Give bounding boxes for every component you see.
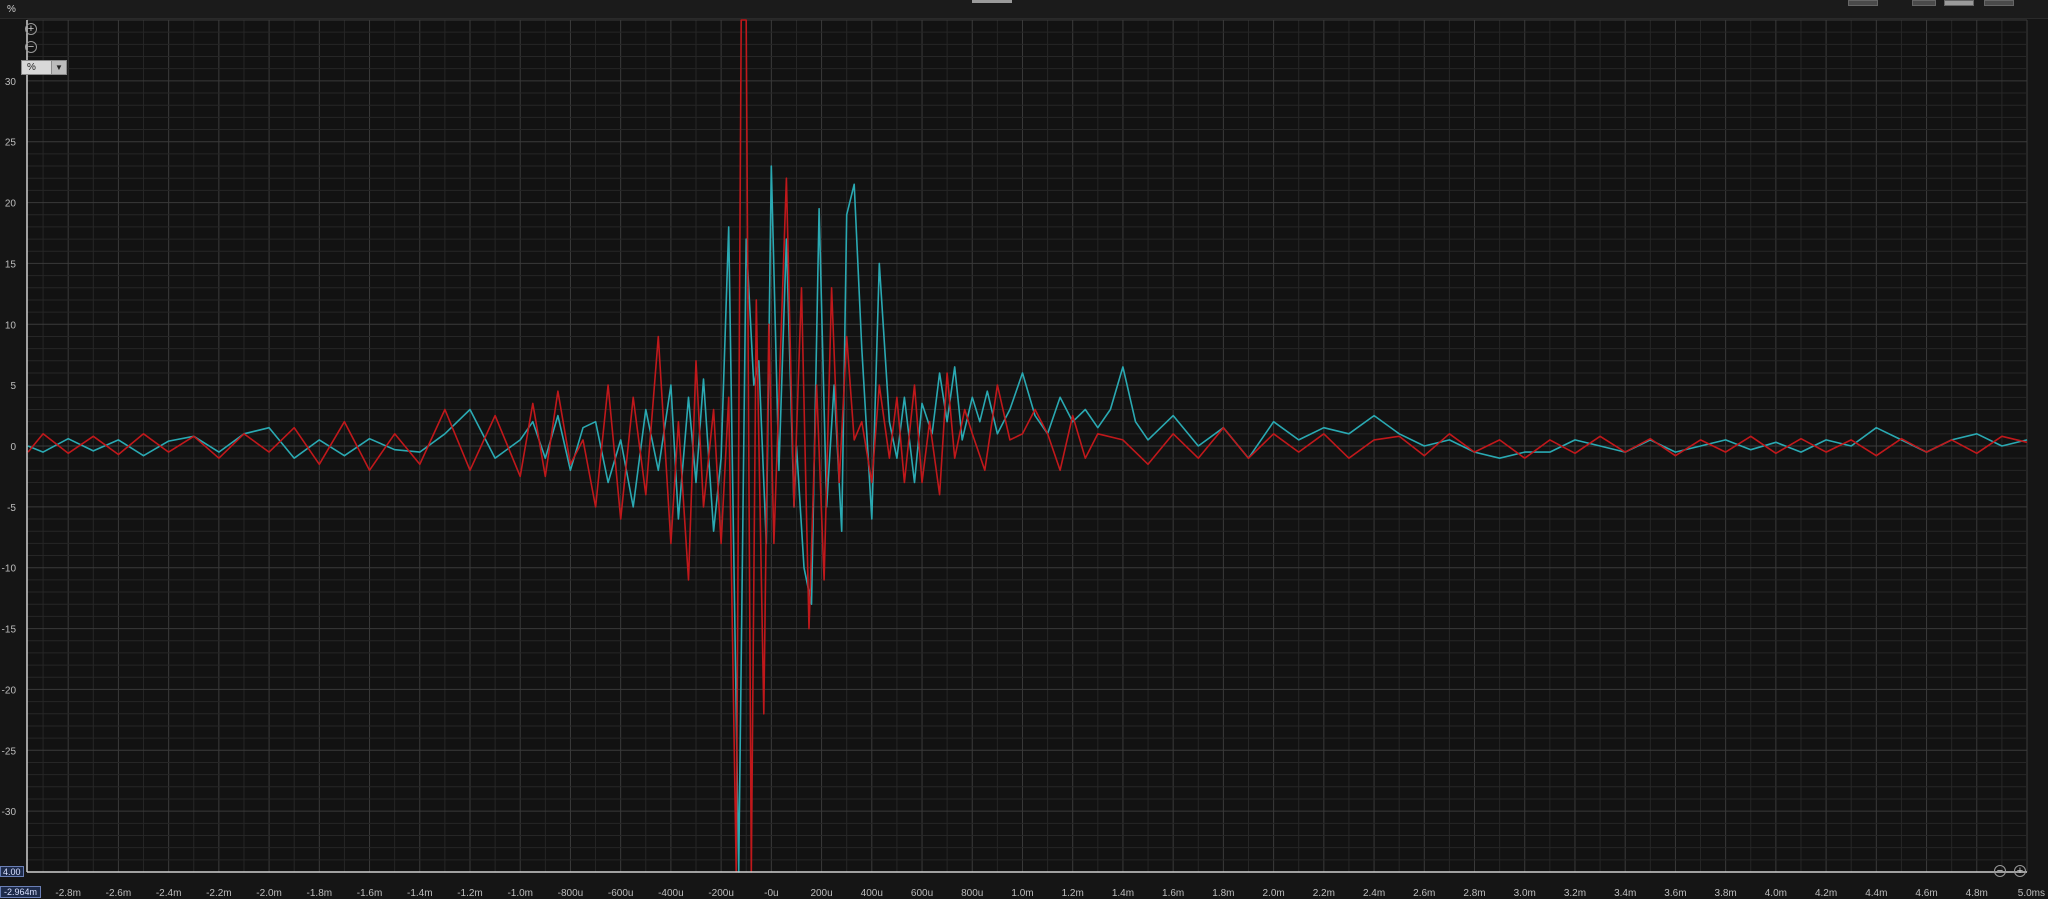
x-tick-label: -400u <box>658 888 684 899</box>
x-tick-label: -1.8m <box>307 888 333 899</box>
x-tick-label: 2.2m <box>1313 888 1335 899</box>
y-tick-label: 25 <box>5 138 17 149</box>
zoom-out-x-icon[interactable]: − <box>1994 865 2006 877</box>
x-tick-label: 4.6m <box>1915 888 1937 899</box>
y-tick-label: 30 <box>5 77 17 88</box>
x-tick-label: -1.4m <box>407 888 433 899</box>
y-tick-label: -10 <box>2 564 17 575</box>
y-tick-label: -30 <box>2 807 17 818</box>
x-tick-label: -200u <box>708 888 734 899</box>
y-tick-label: 0 <box>10 442 16 453</box>
x-tick-label: -2.4m <box>156 888 182 899</box>
x-tick-label: 3.2m <box>1564 888 1586 899</box>
chart-plot[interactable]: 302520151050-5-10-15-20-25-30-35 -2.8m-2… <box>0 0 2048 899</box>
chevron-down-icon: ▼ <box>51 61 66 74</box>
x-tick-label: -800u <box>558 888 584 899</box>
x-tick-label: 2.0m <box>1262 888 1284 899</box>
zoom-out-icon[interactable]: − <box>25 41 37 53</box>
x-tick-labels: -2.8m -2.6m -2.4m -2.2m -2.0m -1.8m -1.6m -1.4m… <box>55 888 2045 899</box>
y-tick-label: -25 <box>2 746 17 757</box>
x-tick-label: -1.2m <box>457 888 483 899</box>
y-tick-labels: 302520151050-5-10-15-20-25-30-35 <box>2 77 17 879</box>
x-tick-label: 1.8m <box>1212 888 1234 899</box>
x-tick-label: 800u <box>961 888 983 899</box>
x-tick-label: 2.8m <box>1463 888 1485 899</box>
y-tick-label: 5 <box>10 381 16 392</box>
x-tick-label: -2.0m <box>256 888 282 899</box>
x-tick-label: -2.2m <box>206 888 232 899</box>
x-tick-label: 4.8m <box>1966 888 1988 899</box>
y-tick-label: 10 <box>5 320 17 331</box>
x-tick-label: 5.0ms <box>2018 888 2045 899</box>
x-tick-label: 3.8m <box>1715 888 1737 899</box>
cursor-x-readout: -2.964m <box>0 886 42 898</box>
x-tick-label: 2.6m <box>1413 888 1435 899</box>
zoom-in-x-icon[interactable]: + <box>2014 865 2026 877</box>
cursor-y-readout: 4.00 <box>0 866 24 877</box>
x-tick-label: 200u <box>810 888 832 899</box>
x-tick-label: 4.2m <box>1815 888 1837 899</box>
zoom-in-icon[interactable]: + <box>25 23 37 35</box>
x-tick-label: -600u <box>608 888 634 899</box>
x-tick-label: -2.6m <box>106 888 132 899</box>
unit-select-value: % <box>27 62 36 73</box>
y-tick-label: -20 <box>2 685 17 696</box>
x-tick-label: 400u <box>861 888 883 899</box>
x-tick-label: 1.6m <box>1162 888 1184 899</box>
x-tick-label: 1.0m <box>1011 888 1033 899</box>
x-tick-label: 1.4m <box>1112 888 1134 899</box>
x-tick-label: 2.4m <box>1363 888 1385 899</box>
y-tick-label: 20 <box>5 199 17 210</box>
x-tick-label: 600u <box>911 888 933 899</box>
x-tick-label: -1.0m <box>507 888 533 899</box>
x-tick-label: 1.2m <box>1062 888 1084 899</box>
x-tick-label: 3.6m <box>1664 888 1686 899</box>
y-tick-label: -5 <box>7 503 16 514</box>
unit-select[interactable]: % ▼ <box>21 60 67 75</box>
y-tick-label: 15 <box>5 259 17 270</box>
y-tick-label: -15 <box>2 625 17 636</box>
x-tick-label: 3.4m <box>1614 888 1636 899</box>
x-tick-label: -2.8m <box>55 888 81 899</box>
x-tick-label: -0u <box>764 888 778 899</box>
x-tick-label: -1.6m <box>357 888 383 899</box>
x-tick-label: 3.0m <box>1514 888 1536 899</box>
x-tick-label: 4.0m <box>1765 888 1787 899</box>
x-tick-label: 4.4m <box>1865 888 1887 899</box>
